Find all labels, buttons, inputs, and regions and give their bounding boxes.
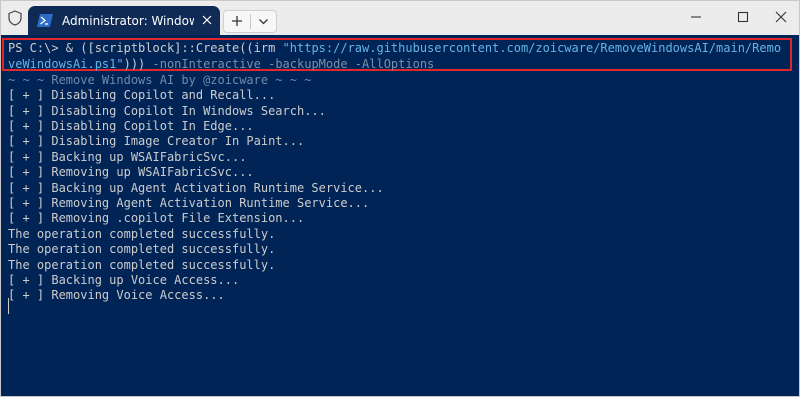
text-cursor xyxy=(8,298,9,314)
chevron-down-icon[interactable] xyxy=(251,11,276,32)
tab-title: Administrator: Windows PowerShell xyxy=(62,14,194,28)
new-tab-group xyxy=(223,10,277,33)
command-line-2: veWindowsAi.ps1"))) -nonInteractive -bac… xyxy=(8,56,434,72)
output-line: [ + ] Disabling Copilot and Recall... xyxy=(8,88,276,102)
command-line-1: PS C:\> & ([scriptblock]::Create((irm "h… xyxy=(8,40,781,56)
output-line: [ + ] Removing Agent Activation Runtime … xyxy=(8,196,370,210)
prompt: PS C:\> xyxy=(8,41,66,55)
output-line: [ + ] Disabling Copilot In Windows Searc… xyxy=(8,104,326,118)
command-prefix: & ([scriptblock]::Create((irm xyxy=(65,41,283,55)
output-line: The operation completed successfully. xyxy=(8,242,276,256)
shield-icon xyxy=(8,10,22,26)
output-line: [ + ] Disabling Copilot In Edge... xyxy=(8,119,254,133)
output-line: [ + ] Removing .copilot File Extension..… xyxy=(8,211,305,225)
output-line: The operation completed successfully. xyxy=(8,258,276,272)
minimize-icon[interactable] xyxy=(677,4,715,30)
close-icon[interactable] xyxy=(762,4,799,30)
tab-powershell[interactable]: Administrator: Windows PowerShell xyxy=(28,6,220,35)
command-suffix: ))) xyxy=(123,57,146,71)
terminal-window: Administrator: Windows PowerShell PS C:\… xyxy=(0,0,800,397)
plus-icon[interactable] xyxy=(224,11,250,32)
output-line: [ + ] Backing up Voice Access... xyxy=(8,273,240,287)
output-line: [ + ] Removing up WSAIFabricSvc... xyxy=(8,165,254,179)
powershell-icon xyxy=(37,13,53,28)
output-line: The operation completed successfully. xyxy=(8,227,276,241)
output-line: [ + ] Backing up WSAIFabricSvc... xyxy=(8,150,247,164)
command-params: -nonInteractive -backupMode -AllOptions xyxy=(145,57,435,71)
command-url: "https://raw.githubusercontent.com/zoicw… xyxy=(282,41,782,55)
command-url-continued: veWindowsAi.ps1" xyxy=(8,57,124,71)
terminal-output[interactable]: PS C:\> & ([scriptblock]::Create((irm "h… xyxy=(1,35,799,396)
output-line: [ + ] Backing up Agent Activation Runtim… xyxy=(8,181,384,195)
output-line: [ + ] Disabling Image Creator In Paint..… xyxy=(8,134,305,148)
close-icon[interactable] xyxy=(198,11,216,29)
output-line: [ + ] Removing Voice Access... xyxy=(8,288,225,302)
banner-line: ~ ~ ~ Remove Windows AI by @zoicware ~ ~… xyxy=(8,73,312,87)
title-bar[interactable]: Administrator: Windows PowerShell xyxy=(1,1,799,35)
maximize-icon[interactable] xyxy=(724,4,762,30)
